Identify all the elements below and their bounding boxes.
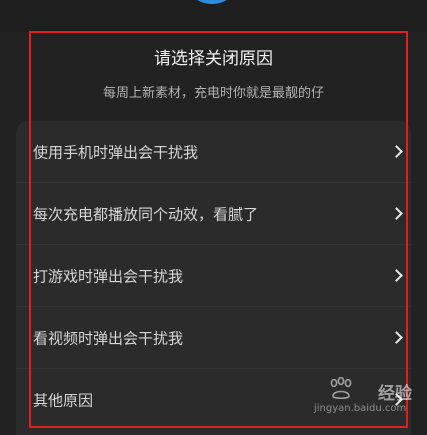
chevron-right-icon [390, 206, 403, 220]
reason-label: 打游戏时弹出会干扰我 [33, 267, 184, 285]
reason-label: 每次充电都播放同个动效，看腻了 [33, 205, 259, 223]
reason-label: 使用手机时弹出会干扰我 [33, 143, 199, 161]
reason-list: 使用手机时弹出会干扰我 每次充电都播放同个动效，看腻了 打游戏时弹出会干扰我 看… [16, 121, 411, 435]
reason-label: 其他原因 [33, 391, 94, 410]
top-icon [183, 0, 241, 4]
reason-item-same-animation[interactable]: 每次充电都播放同个动效，看腻了 [16, 183, 411, 245]
dialog-subtitle: 每周上新素材，充电时你就是最靓的仔 [102, 86, 324, 101]
chevron-right-icon [390, 330, 403, 344]
chevron-right-icon [390, 393, 403, 406]
reason-item-gaming[interactable]: 打游戏时弹出会干扰我 [16, 245, 411, 307]
chevron-right-icon [390, 268, 403, 282]
reason-item-video[interactable]: 看视频时弹出会干扰我 [16, 307, 411, 369]
chevron-right-icon [390, 144, 403, 158]
reason-item-other[interactable]: 其他原因 [16, 369, 411, 431]
dialog-title: 请选择关闭原因 [154, 49, 273, 69]
reason-label: 看视频时弹出会干扰我 [33, 329, 184, 347]
reason-item-phone-use[interactable]: 使用手机时弹出会干扰我 [16, 121, 411, 183]
